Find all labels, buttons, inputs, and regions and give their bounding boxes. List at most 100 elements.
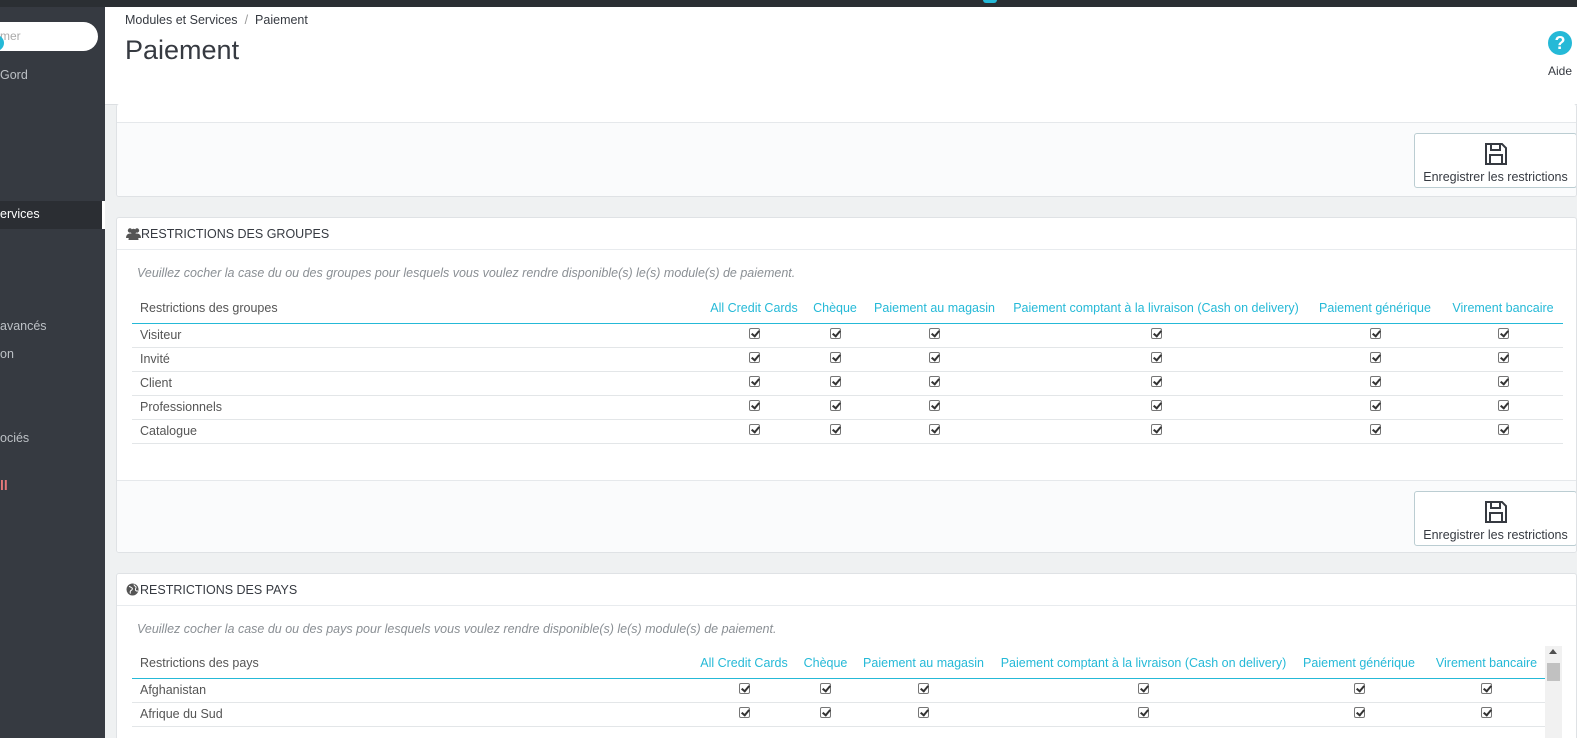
- table-cell: [1443, 347, 1563, 372]
- table-cell: [689, 702, 799, 727]
- module-checkbox[interactable]: [929, 328, 940, 340]
- module-checkbox[interactable]: [738, 683, 750, 695]
- module-checkbox[interactable]: [829, 376, 841, 388]
- top-bar: [0, 0, 1577, 7]
- page-title: Paiement: [125, 35, 240, 65]
- module-checkbox[interactable]: [748, 328, 760, 340]
- panel-footer: Enregistrer les restrictions: [117, 122, 1576, 196]
- column-header-module[interactable]: Chèque: [806, 293, 864, 324]
- module-checkbox[interactable]: [1150, 328, 1162, 340]
- column-header-module[interactable]: Paiement au magasin: [864, 293, 1005, 324]
- module-checkbox[interactable]: [820, 683, 831, 695]
- module-checkbox[interactable]: [1481, 707, 1492, 719]
- sidebar-search-input[interactable]: mer: [0, 22, 98, 51]
- module-checkbox[interactable]: [1497, 424, 1509, 436]
- module-checkbox[interactable]: [820, 707, 831, 719]
- column-header-module[interactable]: Paiement comptant à la livraison (Cash o…: [995, 648, 1292, 679]
- scroll-up-arrow-icon[interactable]: [1549, 649, 1557, 654]
- sidebar-item-administration[interactable]: on: [0, 347, 14, 361]
- table-cell: [1005, 323, 1307, 348]
- column-header-module[interactable]: Paiement générique: [1307, 293, 1443, 324]
- table-cell: [1443, 395, 1563, 420]
- module-checkbox[interactable]: [918, 683, 929, 695]
- column-header-module[interactable]: Paiement comptant à la livraison (Cash o…: [1005, 293, 1307, 324]
- table-cell: [702, 347, 806, 372]
- table-cell: [799, 678, 852, 703]
- panel-heading: Restrictions des pays: [117, 574, 1576, 606]
- breadcrumb: Modules et Services / Paiement: [125, 13, 308, 27]
- module-checkbox[interactable]: [918, 707, 929, 719]
- country-restrictions-panel: Restrictions des pays Veuillez cocher la…: [116, 573, 1577, 738]
- module-checkbox[interactable]: [738, 707, 750, 719]
- module-checkbox[interactable]: [1138, 683, 1149, 695]
- module-checkbox[interactable]: [929, 424, 940, 436]
- module-checkbox[interactable]: [1497, 352, 1509, 364]
- module-checkbox[interactable]: [829, 424, 841, 436]
- module-checkbox[interactable]: [929, 352, 940, 364]
- table-row: Afrique du Sud: [132, 702, 1547, 727]
- sidebar-item-label: ervices: [0, 207, 40, 221]
- sidebar-item-advanced[interactable]: avancés: [0, 319, 47, 333]
- sidebar-item-associated[interactable]: ociés: [0, 431, 29, 445]
- save-icon: [1484, 143, 1507, 165]
- module-checkbox[interactable]: [1150, 424, 1162, 436]
- column-header-module[interactable]: Paiement au magasin: [852, 648, 995, 679]
- help-icon: ?: [1548, 31, 1572, 55]
- save-button-label: Enregistrer les restrictions: [1423, 170, 1568, 184]
- module-checkbox[interactable]: [829, 352, 841, 364]
- module-checkbox[interactable]: [748, 376, 760, 388]
- module-checkbox[interactable]: [1369, 424, 1381, 436]
- module-checkbox[interactable]: [1369, 376, 1381, 388]
- column-header-label: Restrictions des pays: [132, 648, 689, 679]
- table-cell: [806, 395, 864, 420]
- sidebar-item-modules-services[interactable]: ervices: [0, 201, 105, 229]
- breadcrumb-item-modules[interactable]: Modules et Services: [125, 13, 238, 27]
- save-restrictions-button[interactable]: Enregistrer les restrictions: [1414, 491, 1576, 546]
- module-checkbox[interactable]: [1369, 328, 1381, 340]
- country-table-scrollbar[interactable]: [1545, 646, 1562, 738]
- column-header-module[interactable]: Paiement générique: [1292, 648, 1426, 679]
- module-checkbox[interactable]: [1481, 683, 1492, 695]
- module-checkbox[interactable]: [1497, 376, 1509, 388]
- module-checkbox[interactable]: [1369, 400, 1381, 412]
- column-header-module[interactable]: Chèque: [799, 648, 852, 679]
- module-checkbox[interactable]: [1353, 707, 1365, 719]
- table-cell: [864, 323, 1005, 348]
- module-checkbox[interactable]: [1497, 328, 1509, 340]
- scrollbar-thumb[interactable]: [1547, 663, 1560, 681]
- module-checkbox[interactable]: [748, 424, 760, 436]
- table-cell: [806, 347, 864, 372]
- table-cell: [702, 419, 806, 444]
- table-cell: [1426, 702, 1547, 727]
- breadcrumb-separator: /: [244, 13, 249, 27]
- module-checkbox[interactable]: [1138, 707, 1149, 719]
- module-checkbox[interactable]: [748, 400, 760, 412]
- column-header-label: Restrictions des groupes: [132, 293, 702, 324]
- module-checkbox[interactable]: [1150, 352, 1162, 364]
- module-checkbox[interactable]: [1150, 376, 1162, 388]
- column-header-module[interactable]: All Credit Cards: [702, 293, 806, 324]
- table-cell: [864, 371, 1005, 396]
- module-checkbox[interactable]: [829, 328, 841, 340]
- module-checkbox[interactable]: [1497, 400, 1509, 412]
- module-checkbox[interactable]: [929, 400, 940, 412]
- sidebar-stats-icon[interactable]: ll: [0, 477, 8, 493]
- panel-heading: Restrictions des groupes: [117, 218, 1576, 250]
- module-checkbox[interactable]: [1150, 400, 1162, 412]
- column-header-module[interactable]: Virement bancaire: [1426, 648, 1547, 679]
- module-checkbox[interactable]: [929, 376, 940, 388]
- table-cell: [1443, 323, 1563, 348]
- table-cell: [702, 323, 806, 348]
- column-header-module[interactable]: Virement bancaire: [1443, 293, 1563, 324]
- module-checkbox[interactable]: [748, 352, 760, 364]
- row-label: Afghanistan: [132, 678, 689, 703]
- help-button[interactable]: ? Aide: [1548, 31, 1577, 81]
- column-header-module[interactable]: All Credit Cards: [689, 648, 799, 679]
- save-restrictions-button[interactable]: Enregistrer les restrictions: [1414, 133, 1576, 188]
- module-checkbox[interactable]: [1353, 683, 1365, 695]
- module-checkbox[interactable]: [829, 400, 841, 412]
- module-checkbox[interactable]: [1369, 352, 1381, 364]
- sidebar-item-dashboard[interactable]: Gord: [0, 68, 28, 82]
- table-cell: [1426, 678, 1547, 703]
- group-restrictions-panel: Restrictions des groupes Veuillez cocher…: [116, 217, 1577, 553]
